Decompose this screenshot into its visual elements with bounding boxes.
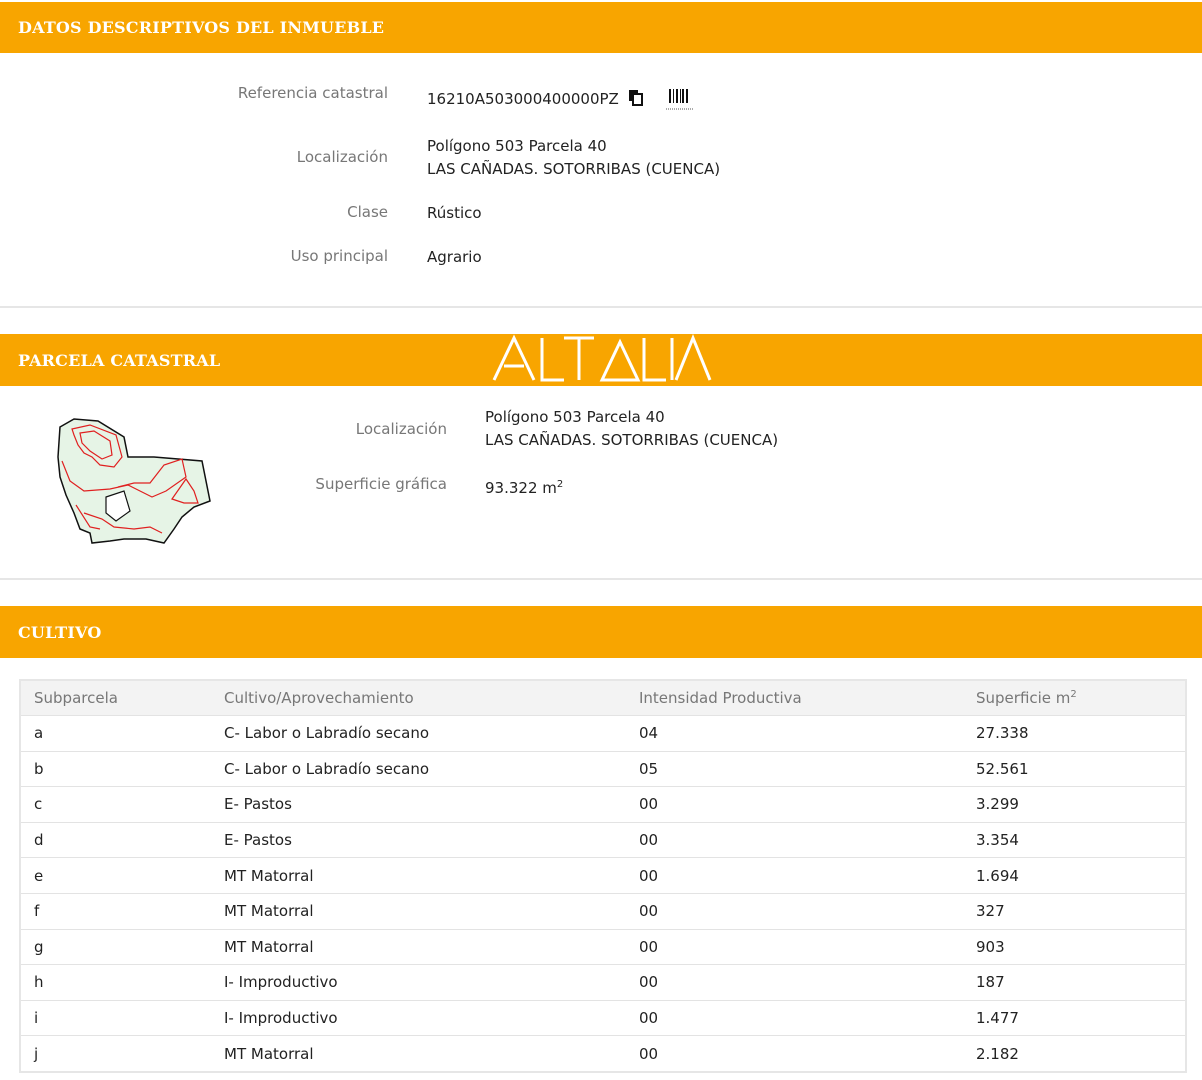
label-localizacion: Localización xyxy=(296,148,388,166)
table-row: f MT Matorral 00 327 xyxy=(21,892,1185,929)
cell-superficie: 1.694 xyxy=(976,866,1019,885)
cell-subparcela: a xyxy=(34,724,44,743)
table-row: c E- Pastos 00 3.299 xyxy=(21,786,1185,822)
cell-superficie: 3.299 xyxy=(976,795,1019,814)
cell-subparcela: c xyxy=(34,795,43,814)
parcela-localizacion-line1: Polígono 503 Parcela 40 xyxy=(485,408,665,426)
cell-superficie: 3.354 xyxy=(976,831,1019,850)
superficie-grafica-sup: 2 xyxy=(556,479,564,490)
col-header-intensidad: Intensidad Productiva xyxy=(639,689,802,707)
table-row: b C- Labor o Labradío secano 05 52.561 xyxy=(21,750,1185,787)
col-header-superficie: Superficie m2 xyxy=(976,689,1077,707)
label-uso: Uso principal xyxy=(290,247,388,265)
table-row: e MT Matorral 00 1.694 xyxy=(21,857,1185,893)
section-title-cultivo: CULTIVO xyxy=(18,622,102,642)
cell-cultivo: C- Labor o Labradío secano xyxy=(224,759,430,778)
col-header-subparcela: Subparcela xyxy=(34,689,118,707)
cell-superficie: 187 xyxy=(976,973,1005,992)
cultivo-table: Subparcela Cultivo/Aprovechamiento Inten… xyxy=(19,679,1187,1073)
cell-superficie: 327 xyxy=(976,902,1005,921)
col-header-superficie-sup: 2 xyxy=(1070,689,1077,700)
table-header-row: Subparcela Cultivo/Aprovechamiento Inten… xyxy=(21,681,1185,715)
section-header-datos: DATOS DESCRIPTIVOS DEL INMUEBLE xyxy=(0,2,1202,53)
label-parcela-localizacion: Localización xyxy=(355,420,447,438)
cell-subparcela: g xyxy=(34,937,44,956)
cell-intensidad: 00 xyxy=(639,831,659,850)
table-row: a C- Labor o Labradío secano 04 27.338 xyxy=(21,715,1185,751)
value-parcela-localizacion: Polígono 503 Parcela 40 LAS CAÑADAS. SOT… xyxy=(485,406,778,452)
cell-superficie: 2.182 xyxy=(976,1044,1019,1063)
panel-datos: Referencia catastral 16210A503000400000P… xyxy=(0,53,1202,308)
cell-subparcela: d xyxy=(34,831,44,850)
value-referencia: 16210A503000400000PZ xyxy=(427,88,644,113)
cell-cultivo: E- Pastos xyxy=(224,831,292,850)
cell-subparcela: h xyxy=(34,973,44,992)
section-header-cultivo: CULTIVO xyxy=(0,606,1202,658)
cell-superficie: 27.338 xyxy=(976,724,1029,743)
cell-intensidad: 00 xyxy=(639,866,659,885)
value-superficie-grafica: 93.322 m2 xyxy=(485,473,563,500)
cell-cultivo: MT Matorral xyxy=(224,937,314,956)
table-row: i I- Improductivo 00 1.477 xyxy=(21,999,1185,1036)
cell-cultivo: E- Pastos xyxy=(224,795,292,814)
cell-superficie: 903 xyxy=(976,937,1005,956)
col-header-cultivo: Cultivo/Aprovechamiento xyxy=(224,689,414,707)
cell-intensidad: 00 xyxy=(639,1044,659,1063)
value-uso: Agrario xyxy=(427,248,482,266)
cell-subparcela: i xyxy=(34,1009,39,1028)
cell-superficie: 1.477 xyxy=(976,1009,1019,1028)
cell-cultivo: I- Improductivo xyxy=(224,973,338,992)
cell-cultivo: MT Matorral xyxy=(224,902,314,921)
cell-intensidad: 00 xyxy=(639,937,659,956)
cell-intensidad: 04 xyxy=(639,724,659,743)
barcode-icon[interactable] xyxy=(666,88,694,116)
cell-subparcela: b xyxy=(34,759,44,778)
cell-intensidad: 00 xyxy=(639,1009,659,1028)
table-row: g MT Matorral 00 903 xyxy=(21,928,1185,965)
section-title-datos: DATOS DESCRIPTIVOS DEL INMUEBLE xyxy=(18,18,385,37)
value-clase: Rústico xyxy=(427,204,482,222)
altalia-watermark xyxy=(490,332,712,386)
parcel-map-thumbnail[interactable] xyxy=(54,417,214,549)
table-row: h I- Improductivo 00 187 xyxy=(21,964,1185,1000)
cell-intensidad: 00 xyxy=(639,902,659,921)
parcela-localizacion-line2: LAS CAÑADAS. SOTORRIBAS (CUENCA) xyxy=(485,431,779,449)
superficie-grafica-text: 93.322 m xyxy=(485,479,557,497)
cell-subparcela: e xyxy=(34,866,44,885)
table-row: j MT Matorral 00 2.182 xyxy=(21,1035,1185,1071)
localizacion-line1: Polígono 503 Parcela 40 xyxy=(427,137,607,155)
section-title-parcela: PARCELA CATASTRAL xyxy=(18,350,221,370)
cell-cultivo: I- Improductivo xyxy=(224,1009,338,1028)
label-clase: Clase xyxy=(347,203,388,221)
cell-superficie: 52.561 xyxy=(976,759,1029,778)
cell-intensidad: 00 xyxy=(639,795,659,814)
cell-subparcela: f xyxy=(34,902,40,921)
cell-cultivo: MT Matorral xyxy=(224,1044,314,1063)
cell-intensidad: 05 xyxy=(639,759,659,778)
altalia-watermark-logo xyxy=(492,334,712,382)
label-referencia: Referencia catastral xyxy=(237,84,388,102)
cell-subparcela: j xyxy=(34,1044,39,1063)
value-localizacion: Polígono 503 Parcela 40 LAS CAÑADAS. SOT… xyxy=(427,135,720,181)
cell-cultivo: MT Matorral xyxy=(224,866,314,885)
cell-intensidad: 00 xyxy=(639,973,659,992)
localizacion-line2: LAS CAÑADAS. SOTORRIBAS (CUENCA) xyxy=(427,160,721,178)
table-row: d E- Pastos 00 3.354 xyxy=(21,821,1185,858)
copy-icon[interactable] xyxy=(628,89,644,113)
table-body: a C- Labor o Labradío secano 04 27.338 b C- L… xyxy=(21,715,1185,1071)
label-superficie-grafica: Superficie gráfica xyxy=(315,475,447,493)
col-header-superficie-text: Superficie m xyxy=(976,689,1071,707)
cell-cultivo: C- Labor o Labradío secano xyxy=(224,724,430,743)
referencia-text[interactable]: 16210A503000400000PZ xyxy=(427,90,619,108)
panel-parcela: Localización Polígono 503 Parcela 40 LAS… xyxy=(0,386,1202,580)
